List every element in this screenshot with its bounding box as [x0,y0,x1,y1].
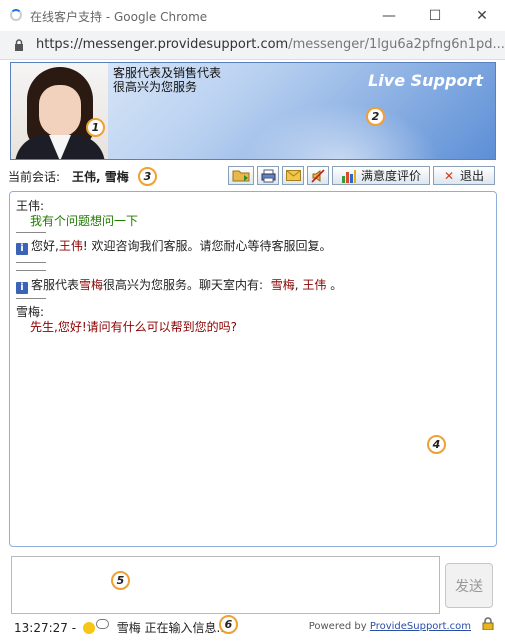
address-bar[interactable]: https://messenger.providesupport.com/mes… [0,31,505,60]
callout-marker: 5 [111,571,130,590]
window-title: 在线客户支持 - Google Chrome [30,10,208,24]
banner-line-1: 客服代表及销售代表 [113,66,222,80]
support-banner: 客服代表及销售代表 很高兴为您服务 Live Support [10,62,496,160]
chat-toolbar: 当前会话: 王伟, 雪梅 满意度评价 ✕ 退出 [8,165,498,187]
maximize-button[interactable]: ☐ [412,0,458,31]
print-button[interactable] [257,166,279,185]
banner-decoration [241,103,441,159]
typing-status: 13:27:27 - 雪梅 正在输入信息... [14,619,228,636]
callout-marker: 6 [219,615,238,634]
info-icon: i [16,243,28,255]
callout-marker: 4 [427,435,446,454]
current-session-names: 王伟, 雪梅 [72,170,129,184]
typing-text: 正在输入信息... [144,621,228,635]
padlock-icon [482,617,494,630]
browser-title-bar: 在线客户支持 - Google Chrome — ☐ ✕ [0,0,505,32]
message-sender: 雪梅: [16,305,45,319]
message-text: 我有个问题想问一下 [30,214,139,228]
callout-marker: 1 [86,118,105,137]
rating-chart-icon [341,169,356,183]
exit-button[interactable]: ✕ 退出 [433,166,495,185]
close-window-button[interactable]: ✕ [459,0,505,31]
divider [16,262,46,263]
agent-photo [11,63,108,159]
message-text: 先生,您好!请问有什么可以帮到您的吗? [30,320,237,334]
divider [16,298,46,299]
url-text[interactable]: https://messenger.providesupport.com/mes… [36,37,505,52]
email-transcript-button[interactable] [282,166,304,185]
powered-by: Powered by ProvideSupport.com [308,621,471,632]
printer-icon [261,169,275,182]
sound-off-icon [310,168,325,183]
message-input[interactable] [11,556,440,614]
lock-icon [15,39,23,51]
banner-text: 客服代表及销售代表 很高兴为您服务 [113,66,221,94]
divider [16,232,46,233]
divider [16,270,46,271]
minimize-button[interactable]: — [366,0,412,31]
callout-marker: 3 [138,167,157,186]
current-session-label: 当前会话: [8,170,61,184]
envelope-icon [285,170,301,181]
system-message: i 您好,王伟! 欢迎咨询我们客服。请您耐心等待客服回复。 [16,239,331,255]
provider-link[interactable]: ProvideSupport.com [370,621,471,632]
satisfaction-rating-label: 满意度评价 [360,169,421,183]
info-icon: i [16,282,28,294]
system-message: i 客服代表雪梅很高兴为您服务。聊天室内有: 雪梅, 王伟 。 [16,278,342,294]
satisfaction-rating-button[interactable]: 满意度评价 [332,166,430,185]
loading-icon [10,9,22,21]
send-file-button[interactable] [228,166,254,185]
exit-label: 退出 [460,169,485,183]
send-button[interactable]: 发送 [445,563,493,608]
status-time: 13:27:27 - [14,621,77,635]
typing-name: 雪梅 [116,621,141,635]
banner-line-2: 很高兴为您服务 [113,80,198,94]
folder-icon [232,170,250,182]
live-support-logo: Live Support [368,71,483,90]
message-sender: 王伟: [16,199,45,213]
typing-icon [82,622,95,634]
close-icon: ✕ [443,168,455,183]
speech-bubble-icon [95,619,109,629]
callout-marker: 2 [366,107,385,126]
sound-toggle-button[interactable] [307,166,329,185]
chat-transcript[interactable]: 王伟: 我有个问题想问一下 i 您好,王伟! 欢迎咨询我们客服。请您耐心等待客服回… [9,191,497,547]
